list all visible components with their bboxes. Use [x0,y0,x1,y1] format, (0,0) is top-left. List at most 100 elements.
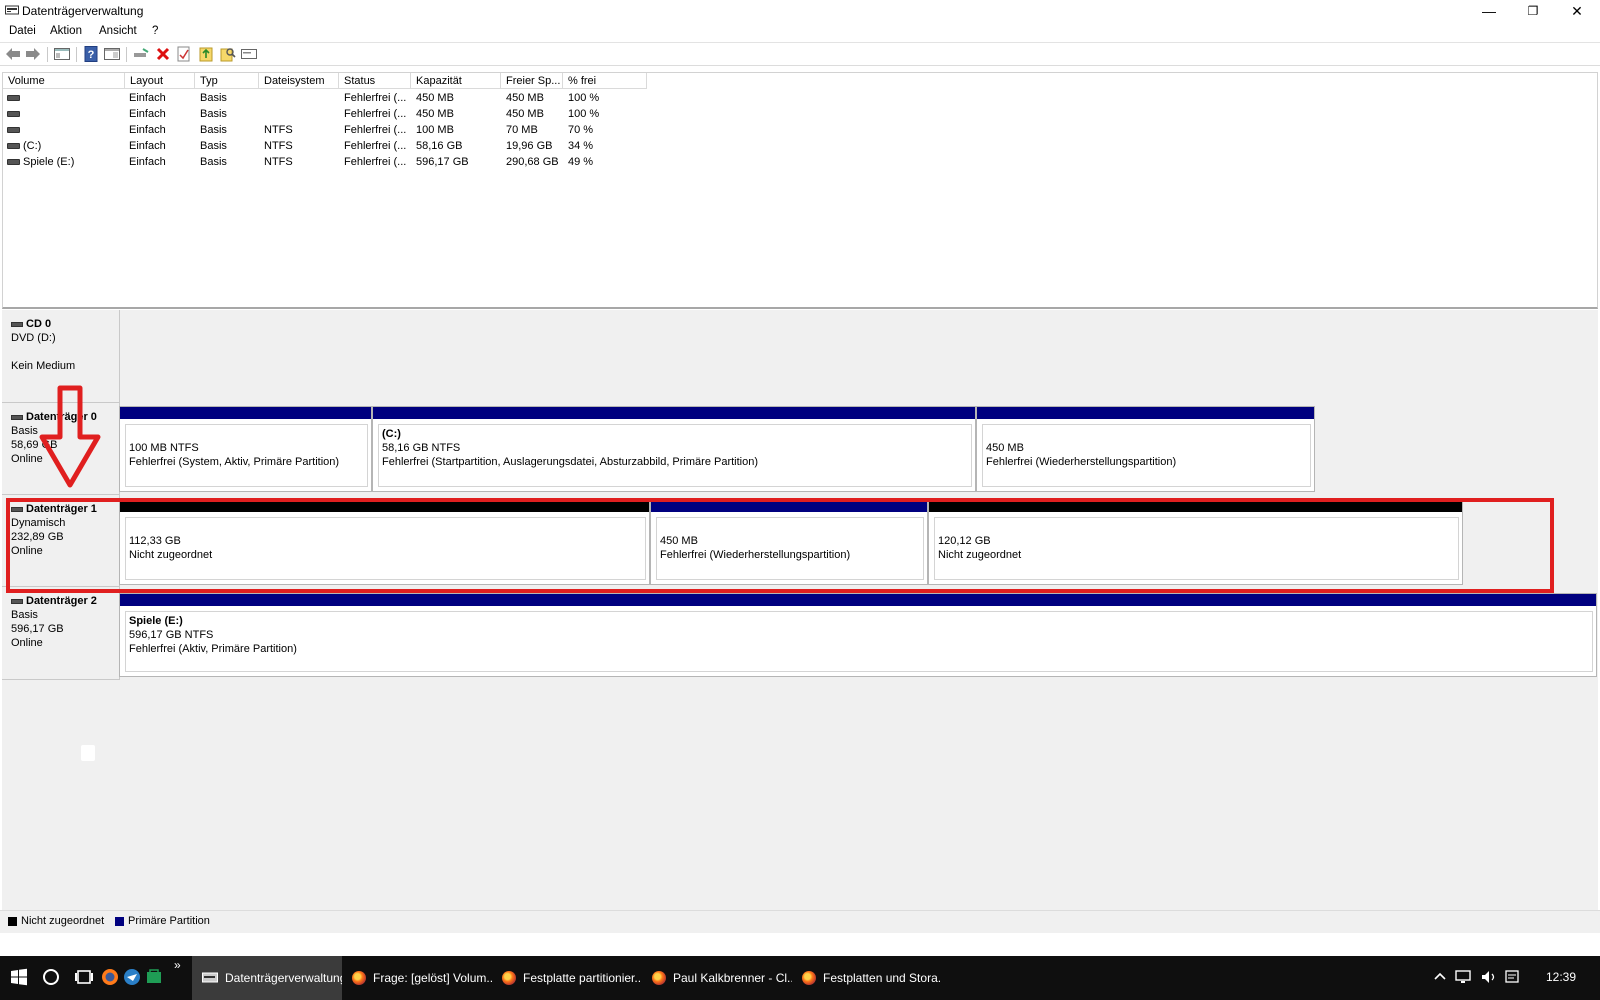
cell-frei: 70 MB [506,124,538,136]
cell-kapazitaet: 596,17 GB [416,156,469,168]
col-typ[interactable]: Typ [195,73,259,89]
disk-state: Online [11,637,43,649]
volume-icon[interactable] [1481,970,1497,984]
messenger-icon[interactable] [123,968,141,986]
partition-name: (C:) [382,428,401,440]
partition-type-bar [373,407,975,419]
cell-typ: Basis [200,124,227,136]
table-row[interactable]: Einfach Basis Fehlerfrei (... 450 MB 450… [3,90,803,106]
forward-icon[interactable] [25,46,41,62]
upload-icon[interactable] [198,46,214,62]
back-icon[interactable] [5,46,21,62]
cell-status: Fehlerfrei (... [344,108,407,120]
cell-prozent: 100 % [568,92,600,104]
firefox-icon[interactable] [101,968,119,986]
partition-size: 596,17 GB NTFS [129,629,214,641]
table-row[interactable]: Spiele (E:) Einfach Basis NTFS Fehlerfre… [3,154,803,170]
table-row[interactable]: (C:) Einfach Basis NTFS Fehlerfrei (... … [3,138,803,154]
col-dateisystem[interactable]: Dateisystem [259,73,339,89]
task-label: Festplatten und Stora... [823,971,942,985]
cell-fs: NTFS [264,124,293,136]
search-icon[interactable] [220,46,236,62]
cell-kapazitaet: 450 MB [416,92,454,104]
partition-size: 100 MB NTFS [129,442,199,454]
task-firefox-1[interactable]: Frage: [gelöst] Volum... [342,956,492,1000]
taskbar: » Datenträgerverwaltung Frage: [gelöst] … [0,956,1600,1000]
cell-prozent: 34 % [568,140,594,152]
volume-icon [7,92,24,104]
task-firefox-4[interactable]: Festplatten und Stora... [792,956,942,1000]
window-icon[interactable] [241,46,257,62]
help-icon[interactable]: ? [83,46,99,62]
menu-datei[interactable]: Datei [9,25,36,37]
disk-label-disk2[interactable]: Datenträger 2 Basis 596,17 GB Online [2,587,120,680]
disk-size: 596,17 GB [11,623,64,635]
partition-name [986,427,1310,441]
partition-recovery-disk0[interactable]: 450 MB Fehlerfrei (Wiederherstellungspar… [976,406,1315,492]
cell-status: Fehlerfrei (... [344,92,407,104]
cell-frei: 450 MB [506,108,544,120]
col-status[interactable]: Status [339,73,411,89]
overflow-chevron-icon[interactable]: » [174,958,181,972]
task-label: Paul Kalkbrenner - Cl... [673,971,792,985]
disk-icon [11,598,23,604]
windows-start-icon[interactable] [10,968,28,986]
col-layout[interactable]: Layout [125,73,195,89]
partition-type-bar [120,594,1596,606]
table-row[interactable]: Einfach Basis NTFS Fehlerfrei (... 100 M… [3,122,803,138]
cell-prozent: 70 % [568,124,594,136]
partition-system-reserved[interactable]: 100 MB NTFS Fehlerfrei (System, Aktiv, P… [119,406,372,492]
task-datentraegerverwaltung[interactable]: Datenträgerverwaltung [192,956,342,1000]
minimize-button[interactable]: — [1467,0,1511,22]
close-button[interactable]: ✕ [1555,0,1599,22]
search-circle-icon[interactable] [42,968,60,986]
svg-text:?: ? [88,49,95,61]
legend-swatch-primary [115,917,124,926]
cell-kapazitaet: 100 MB [416,124,454,136]
partition-c[interactable]: (C:) 58,16 GB NTFS Fehlerfrei (Startpart… [372,406,976,492]
col-prozent-frei[interactable]: % frei [563,73,647,89]
cell-frei: 290,68 GB [506,156,559,168]
cell-layout: Einfach [129,108,166,120]
partition-status: Fehlerfrei (Aktiv, Primäre Partition) [129,643,297,655]
maximize-button[interactable]: ❐ [1511,0,1555,22]
delete-icon[interactable] [155,46,171,62]
cell-status: Fehlerfrei (... [344,140,407,152]
red-highlight-box [6,498,1554,593]
action-center-icon[interactable] [1505,970,1519,984]
col-volume[interactable]: Volume [3,73,125,89]
window-title: Datenträgerverwaltung [22,4,144,18]
properties-icon[interactable] [176,46,192,62]
firefox-icon [802,971,816,985]
task-firefox-2[interactable]: Festplatte partitionier... [492,956,642,1000]
store-icon[interactable] [145,968,163,986]
partition-body: Spiele (E:) 596,17 GB NTFS Fehlerfrei (A… [125,611,1593,672]
partition-spiele-e[interactable]: Spiele (E:) 596,17 GB NTFS Fehlerfrei (A… [119,593,1597,677]
cell-layout: Einfach [129,140,166,152]
disk-icon [11,414,23,420]
menu-help[interactable]: ? [152,25,158,37]
table-row[interactable]: Einfach Basis Fehlerfrei (... 450 MB 450… [3,106,803,122]
network-icon[interactable] [1455,970,1471,984]
title-bar: Datenträgerverwaltung — ❐ ✕ [0,0,1600,22]
menu-aktion[interactable]: Aktion [50,25,82,37]
tray-chevron-up-icon[interactable] [1433,970,1447,984]
partition-type-bar [977,407,1314,419]
col-kapazitaet[interactable]: Kapazität [411,73,501,89]
disk-management-icon [5,5,19,15]
menu-ansicht[interactable]: Ansicht [99,25,137,37]
col-freier-speicher[interactable]: Freier Sp... [501,73,563,89]
cell-layout: Einfach [129,124,166,136]
view-icon[interactable] [104,46,120,62]
task-view-icon[interactable] [75,968,93,986]
cell-kapazitaet: 58,16 GB [416,140,463,152]
task-label: Festplatte partitionier... [523,971,642,985]
cell-typ: Basis [200,156,227,168]
task-firefox-3[interactable]: Paul Kalkbrenner - Cl... [642,956,792,1000]
clock[interactable]: 12:39 [1546,970,1576,984]
connect-icon[interactable] [133,46,149,62]
partition-body: 100 MB NTFS Fehlerfrei (System, Aktiv, P… [125,424,368,487]
partition-status: Fehlerfrei (Startpartition, Auslagerungs… [382,456,759,468]
partition-name [129,427,367,441]
console-tree-icon[interactable] [54,46,70,62]
